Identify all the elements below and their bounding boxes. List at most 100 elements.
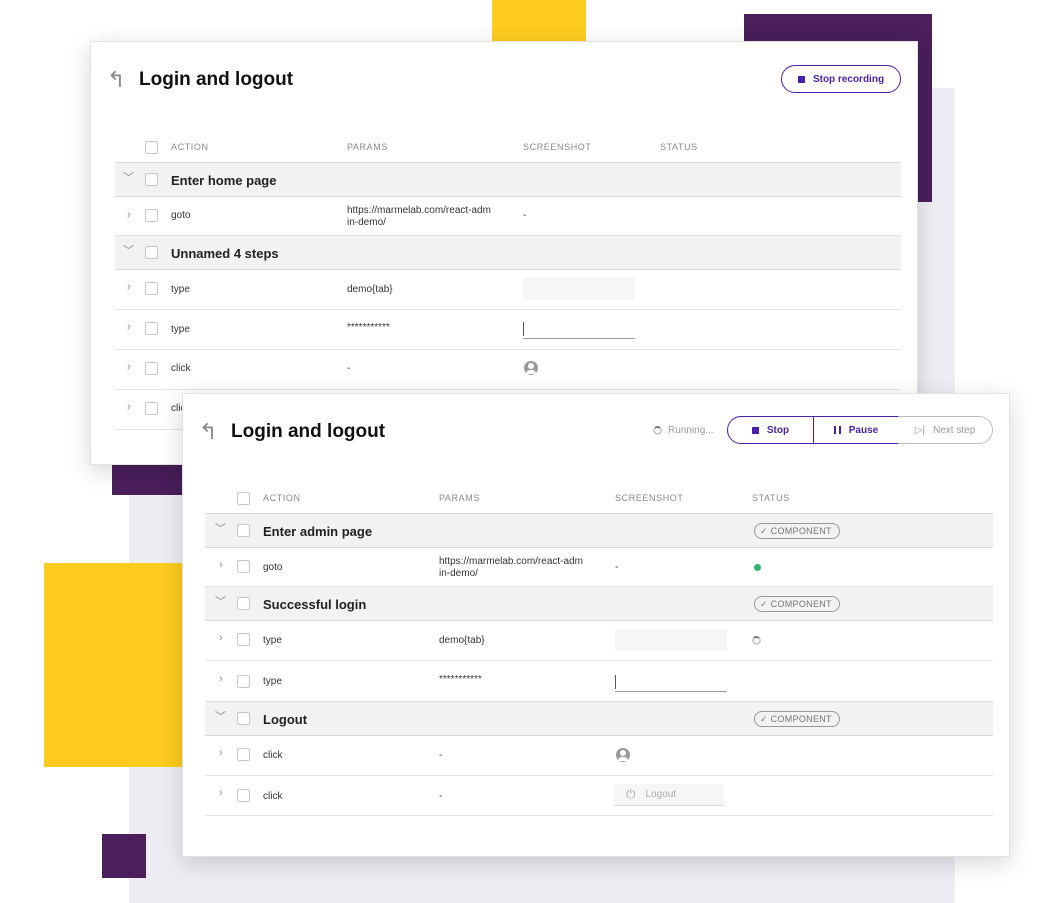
check-icon: ✓: [760, 526, 768, 536]
column-header-status: STATUS: [660, 142, 698, 152]
page-title: Login and logout: [231, 421, 386, 442]
chevron-down-icon[interactable]: ﹀: [215, 597, 226, 608]
step-checkbox[interactable]: [145, 282, 158, 295]
pause-label: Pause: [848, 424, 879, 436]
step-action: click: [171, 363, 191, 374]
screenshot-input-thumbnail[interactable]: [615, 675, 727, 692]
front-panel: ↰ Login and logout Running... Stop Pause…: [182, 393, 1010, 857]
stop-button[interactable]: Stop: [727, 416, 814, 444]
component-badge-label: COMPONENT: [770, 599, 832, 609]
running-status: Running...: [668, 425, 714, 436]
column-header-action: ACTION: [263, 493, 301, 503]
step-screenshot: -: [523, 210, 527, 221]
next-step-label: Next step: [933, 424, 976, 436]
column-header-screenshot: SCREENSHOT: [615, 493, 684, 503]
step-action: click: [263, 791, 283, 802]
group-name: Logout: [263, 712, 308, 727]
group-checkbox[interactable]: [145, 173, 158, 186]
chevron-right-icon[interactable]: ›: [219, 788, 223, 799]
step-screenshot: -: [615, 562, 619, 573]
group-checkbox[interactable]: [237, 597, 250, 610]
group-row[interactable]: ﹀ Unnamed 4 steps: [115, 236, 901, 270]
check-icon: ✓: [760, 714, 768, 724]
screenshot-thumbnail[interactable]: [615, 629, 727, 651]
next-step-button[interactable]: ▷| Next step: [898, 416, 993, 444]
avatar-icon: [616, 748, 630, 762]
step-row[interactable]: › type demo{tab}: [115, 270, 901, 310]
group-row[interactable]: ﹀ Enter admin page ✓ COMPONENT: [205, 513, 993, 548]
return-arrow-icon[interactable]: ↰: [199, 421, 217, 443]
chevron-right-icon[interactable]: ›: [127, 210, 131, 221]
chevron-right-icon[interactable]: ›: [219, 674, 223, 685]
column-header-params: PARAMS: [347, 142, 388, 152]
group-name: Successful login: [263, 597, 367, 612]
avatar-icon: [524, 361, 538, 375]
group-row[interactable]: ﹀ Enter home page: [115, 162, 901, 197]
step-params: https://marmelab.com/react-admin-demo/: [347, 205, 491, 228]
chevron-down-icon[interactable]: ﹀: [215, 524, 226, 535]
step-row[interactable]: › type demo{tab}: [205, 621, 993, 661]
step-checkbox[interactable]: [237, 748, 250, 761]
step-row[interactable]: › type ***********: [205, 661, 993, 702]
pause-button[interactable]: Pause: [813, 416, 899, 444]
step-checkbox[interactable]: [145, 402, 158, 415]
chevron-right-icon[interactable]: ›: [219, 633, 223, 644]
step-checkbox[interactable]: [237, 560, 250, 573]
step-action: click: [263, 750, 283, 761]
step-checkbox[interactable]: [237, 633, 250, 646]
step-row[interactable]: › goto https://marmelab.com/react-admin-…: [115, 196, 901, 236]
step-params: ***********: [439, 674, 482, 685]
chevron-right-icon[interactable]: ›: [219, 560, 223, 571]
stop-recording-button[interactable]: Stop recording: [781, 65, 901, 93]
column-header-action: ACTION: [171, 142, 209, 152]
chevron-right-icon[interactable]: ›: [219, 748, 223, 759]
pause-icon: [833, 426, 841, 434]
step-row[interactable]: › click -: [205, 736, 993, 776]
step-row[interactable]: › click -: [115, 350, 901, 390]
step-checkbox[interactable]: [237, 675, 250, 688]
screenshot-input-thumbnail[interactable]: [523, 322, 635, 339]
step-row[interactable]: › click - ⏻ Logout: [205, 776, 993, 816]
chevron-right-icon[interactable]: ›: [127, 282, 131, 293]
chevron-right-icon[interactable]: ›: [127, 362, 131, 373]
select-all-checkbox[interactable]: [145, 141, 158, 154]
chevron-right-icon[interactable]: ›: [127, 402, 131, 413]
step-row[interactable]: › type ***********: [115, 310, 901, 350]
chevron-down-icon[interactable]: ﹀: [123, 246, 134, 257]
logout-screenshot-thumbnail[interactable]: ⏻ Logout: [614, 784, 724, 806]
success-status-dot: [754, 564, 761, 571]
group-checkbox[interactable]: [145, 246, 158, 259]
step-checkbox[interactable]: [237, 789, 250, 802]
group-row[interactable]: ﹀ Successful login ✓ COMPONENT: [205, 587, 993, 621]
step-row[interactable]: › goto https://marmelab.com/react-admin-…: [205, 547, 993, 587]
stop-label: Stop: [766, 424, 790, 436]
group-name: Unnamed 4 steps: [171, 246, 279, 261]
select-all-checkbox[interactable]: [237, 492, 250, 505]
group-checkbox[interactable]: [237, 712, 250, 725]
chevron-down-icon[interactable]: ﹀: [215, 712, 226, 723]
chevron-down-icon[interactable]: ﹀: [123, 173, 134, 184]
component-badge: ✓ COMPONENT: [754, 523, 840, 539]
text-caret: [523, 322, 524, 336]
group-checkbox[interactable]: [237, 524, 250, 537]
chevron-right-icon[interactable]: ›: [127, 322, 131, 333]
component-badge-label: COMPONENT: [770, 526, 832, 536]
step-action: goto: [263, 562, 283, 573]
step-params: -: [439, 750, 443, 761]
check-icon: ✓: [760, 599, 768, 609]
stop-recording-label: Stop recording: [812, 73, 885, 85]
component-badge: ✓ COMPONENT: [754, 596, 840, 612]
component-badge: ✓ COMPONENT: [754, 711, 840, 727]
column-header-status: STATUS: [752, 493, 790, 503]
step-checkbox[interactable]: [145, 209, 158, 222]
step-params: ***********: [347, 322, 390, 333]
group-name: Enter admin page: [263, 524, 373, 539]
column-header-screenshot: SCREENSHOT: [523, 142, 592, 152]
screenshot-thumbnail[interactable]: [523, 278, 635, 300]
group-row[interactable]: ﹀ Logout ✓ COMPONENT: [205, 702, 993, 736]
step-checkbox[interactable]: [145, 322, 158, 335]
return-arrow-icon[interactable]: ↰: [107, 69, 125, 91]
power-icon: ⏻: [626, 787, 636, 801]
step-params: https://marmelab.com/react-admin-demo/: [439, 556, 583, 579]
step-checkbox[interactable]: [145, 362, 158, 375]
